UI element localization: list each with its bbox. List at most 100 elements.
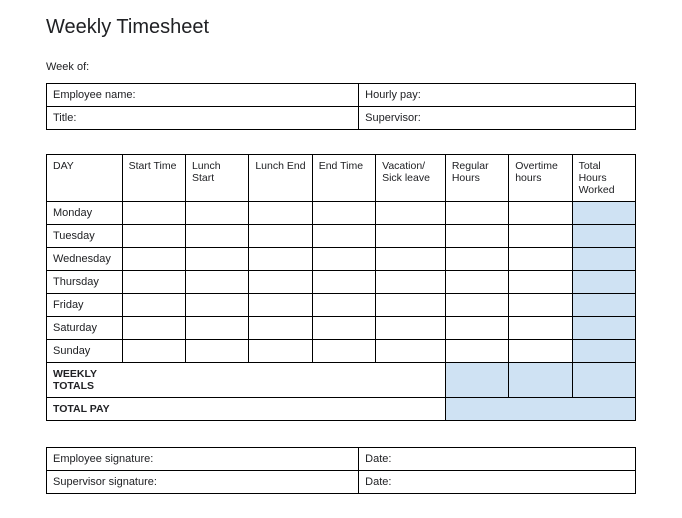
- cell: [122, 202, 185, 225]
- weekly-totals-label: WEEKLY TOTALS: [47, 363, 123, 398]
- day-label: Tuesday: [47, 225, 123, 248]
- day-label: Saturday: [47, 317, 123, 340]
- total-cell: [572, 340, 635, 363]
- supervisor-label: Supervisor:: [359, 107, 636, 130]
- cell: [445, 340, 508, 363]
- table-row: Supervisor signature: Date:: [47, 471, 636, 494]
- table-row: Friday: [47, 294, 636, 317]
- cell: [185, 248, 248, 271]
- cell: [376, 202, 446, 225]
- weekly-total-regular: [445, 363, 508, 398]
- cell: [509, 340, 572, 363]
- col-regular-hours: Regular Hours: [445, 155, 508, 202]
- cell: [312, 294, 375, 317]
- total-cell: [572, 225, 635, 248]
- cell: [509, 294, 572, 317]
- day-label: Friday: [47, 294, 123, 317]
- table-header-row: DAY Start Time Lunch Start Lunch End End…: [47, 155, 636, 202]
- cell: [249, 248, 312, 271]
- table-row: Employee name: Hourly pay:: [47, 84, 636, 107]
- col-end-time: End Time: [312, 155, 375, 202]
- total-cell: [572, 294, 635, 317]
- hourly-pay-label: Hourly pay:: [359, 84, 636, 107]
- week-of-label: Week of:: [46, 61, 636, 73]
- total-cell: [572, 248, 635, 271]
- cell: [445, 294, 508, 317]
- col-vacation: Vacation/ Sick leave: [376, 155, 446, 202]
- cell: [376, 294, 446, 317]
- table-row: Thursday: [47, 271, 636, 294]
- cell: [185, 317, 248, 340]
- col-day: DAY: [47, 155, 123, 202]
- cell: [122, 340, 185, 363]
- cell: [122, 294, 185, 317]
- cell: [312, 248, 375, 271]
- cell: [376, 271, 446, 294]
- employee-name-label: Employee name:: [47, 84, 359, 107]
- table-row: Employee signature: Date:: [47, 448, 636, 471]
- total-cell: [572, 317, 635, 340]
- cell: [249, 294, 312, 317]
- col-overtime-hours: Overtime hours: [509, 155, 572, 202]
- cell: [376, 225, 446, 248]
- cell: [445, 248, 508, 271]
- day-label: Wednesday: [47, 248, 123, 271]
- employee-info-table: Employee name: Hourly pay: Title: Superv…: [46, 83, 636, 130]
- weekly-totals-row: WEEKLY TOTALS: [47, 363, 636, 398]
- supervisor-signature-date-label: Date:: [359, 471, 636, 494]
- total-cell: [572, 202, 635, 225]
- cell: [312, 340, 375, 363]
- cell: [122, 225, 185, 248]
- cell: [185, 202, 248, 225]
- cell: [185, 271, 248, 294]
- page-title: Weekly Timesheet: [46, 16, 636, 39]
- cell: [445, 271, 508, 294]
- cell: [509, 202, 572, 225]
- col-lunch-end: Lunch End: [249, 155, 312, 202]
- cell: [249, 202, 312, 225]
- cell: [376, 248, 446, 271]
- cell: [312, 225, 375, 248]
- cell: [509, 317, 572, 340]
- col-total-hours: Total Hours Worked: [572, 155, 635, 202]
- total-pay-row: TOTAL PAY: [47, 398, 636, 421]
- table-row: Tuesday: [47, 225, 636, 248]
- total-pay-cell: [445, 398, 508, 421]
- col-lunch-start: Lunch Start: [185, 155, 248, 202]
- cell: [445, 202, 508, 225]
- total-cell: [572, 271, 635, 294]
- cell: [122, 317, 185, 340]
- employee-signature-date-label: Date:: [359, 448, 636, 471]
- signature-table: Employee signature: Date: Supervisor sig…: [46, 447, 636, 494]
- weekly-total-hours: [572, 363, 635, 398]
- cell: [122, 248, 185, 271]
- cell: [249, 225, 312, 248]
- cell: [445, 317, 508, 340]
- cell: [312, 317, 375, 340]
- cell: [445, 225, 508, 248]
- cell: [249, 317, 312, 340]
- cell: [249, 340, 312, 363]
- cell: [376, 340, 446, 363]
- table-row: Sunday: [47, 340, 636, 363]
- cell: [312, 271, 375, 294]
- cell: [312, 202, 375, 225]
- total-pay-label: TOTAL PAY: [47, 398, 123, 421]
- supervisor-signature-label: Supervisor signature:: [47, 471, 359, 494]
- weekly-total-overtime: [509, 363, 572, 398]
- day-label: Monday: [47, 202, 123, 225]
- cell: [122, 271, 185, 294]
- table-row: Saturday: [47, 317, 636, 340]
- cell: [509, 225, 572, 248]
- cell: [185, 225, 248, 248]
- cell: [376, 317, 446, 340]
- cell: [249, 271, 312, 294]
- table-row: Monday: [47, 202, 636, 225]
- title-label: Title:: [47, 107, 359, 130]
- cell: [185, 294, 248, 317]
- day-label: Thursday: [47, 271, 123, 294]
- day-label: Sunday: [47, 340, 123, 363]
- col-start-time: Start Time: [122, 155, 185, 202]
- table-row: Title: Supervisor:: [47, 107, 636, 130]
- table-row: Wednesday: [47, 248, 636, 271]
